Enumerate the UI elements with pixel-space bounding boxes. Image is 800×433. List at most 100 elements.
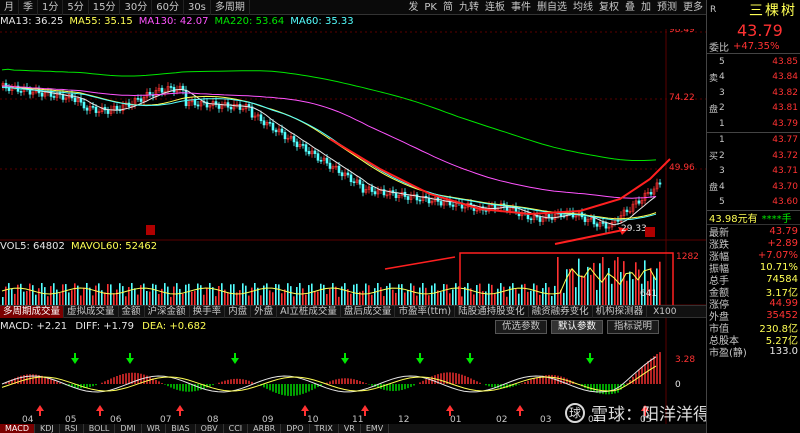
bottom-indicator-tab[interactable]: BIAS — [166, 424, 196, 433]
toolbar-tool[interactable]: 复权 — [596, 0, 622, 15]
dea-label: DEA: +0.682 — [142, 321, 207, 332]
bottom-indicator-tab[interactable]: DPO — [281, 424, 310, 433]
stat-value: 44.99 — [769, 298, 798, 310]
toolbar-tool[interactable]: 事件 — [508, 0, 534, 15]
candle-body — [601, 222, 605, 224]
volume-bar — [212, 287, 214, 305]
volume-bar — [425, 287, 427, 305]
indicator-tab[interactable]: 换手率 — [190, 305, 226, 318]
volume-bar — [284, 289, 286, 305]
volume-bar — [464, 286, 466, 305]
candle-body — [649, 192, 653, 195]
volume-bar — [506, 296, 508, 305]
toolbar-tool[interactable]: 发 — [405, 0, 421, 15]
bottom-indicator-tab[interactable]: WR — [142, 424, 167, 433]
volume-bar — [137, 294, 139, 305]
indicator-tab[interactable]: 沪深金额 — [145, 305, 190, 318]
ma130-line — [1, 85, 657, 199]
volume-bar — [578, 258, 580, 305]
bottom-indicator-tab[interactable]: EMV — [361, 424, 390, 433]
volume-bar — [548, 287, 550, 305]
bottom-indicator-tab[interactable]: BOLL — [84, 424, 116, 433]
period-tab[interactable]: 月 — [0, 0, 19, 15]
candle-body — [529, 218, 533, 221]
toolbar-tool[interactable]: 均线 — [570, 0, 596, 15]
snowball-logo-icon: 球 — [565, 402, 585, 423]
period-tab[interactable]: 多周期 — [211, 0, 250, 15]
sell-signal-icon — [416, 353, 424, 364]
indicator-help-button[interactable]: 指标说明 — [607, 320, 660, 334]
default-params-button[interactable]: 默认参数 — [551, 320, 604, 334]
period-tab[interactable]: 60分 — [152, 0, 184, 15]
toolbar-tool[interactable]: 加 — [638, 0, 654, 15]
indicator-tab[interactable]: 金额 — [119, 305, 145, 318]
toolbar-tool[interactable]: PK — [421, 0, 440, 15]
indicator-tab[interactable]: 内盘 — [225, 305, 252, 318]
bottom-indicator-tab[interactable]: RSI — [60, 424, 84, 433]
candle-body — [250, 106, 254, 118]
period-tab[interactable]: 1分 — [38, 0, 64, 15]
volume-bar — [335, 286, 337, 305]
optimal-params-button[interactable]: 优选参数 — [495, 320, 548, 334]
toolbar-tool[interactable]: 更多 — [680, 0, 706, 15]
volume-bar — [209, 283, 211, 305]
volume-bar — [539, 294, 541, 305]
candle-body — [592, 217, 596, 225]
volume-bar — [410, 283, 412, 305]
indicator-tab[interactable]: 外盘 — [251, 305, 278, 318]
volume-bar — [170, 296, 172, 305]
candle-body — [7, 87, 11, 91]
bottom-indicator-tab[interactable]: CCI — [224, 424, 249, 433]
indicator-tabbar: 多周期成交量 虚拟成交量 金额 沪深金额 换手率 内盘 外盘 AI立桩成交量 盘后成交量 市盈率(… — [0, 305, 706, 318]
bottom-indicator-tab[interactable]: OBV — [196, 424, 224, 433]
order-ratio-value: +47.35% — [733, 41, 780, 52]
toolbar-tool[interactable]: 预测 — [654, 0, 680, 15]
candle-body — [292, 136, 296, 143]
volume-bar — [80, 295, 82, 305]
volume-bar — [389, 283, 391, 305]
volume-bar — [95, 285, 97, 305]
indicator-tab[interactable]: 陆股通持股变化 — [455, 305, 529, 318]
indicator-tab[interactable]: 虚拟成交量 — [64, 305, 119, 318]
indicator-tab[interactable]: 盘后成交量 — [341, 305, 396, 318]
candle-body — [547, 214, 551, 218]
volume-bar — [593, 262, 595, 305]
kline-chart[interactable]: 98.4974.2249.9629.3312826413.28004 05 06 07… — [0, 29, 706, 433]
candle-body — [52, 96, 56, 98]
toolbar-tool[interactable]: 简 — [440, 0, 456, 15]
price-axis-label: 49.96 — [669, 163, 695, 173]
toolbar-tool[interactable]: 连板 — [482, 0, 508, 15]
bottom-indicator-tab[interactable]: ARBR — [248, 424, 282, 433]
period-tab[interactable]: 30s — [184, 0, 211, 15]
indicator-tab[interactable]: 多周期成交量 — [0, 305, 65, 318]
bottom-indicator-tab[interactable]: TRIX — [310, 424, 339, 433]
indicator-tab[interactable]: 市盈率(ttm) — [395, 305, 456, 318]
bottom-indicator-tab[interactable]: VR — [339, 424, 361, 433]
period-tab[interactable]: 5分 — [63, 0, 89, 15]
bottom-indicator-tab[interactable]: KDJ — [35, 424, 60, 433]
indicator-tab[interactable]: 融资融券变化 — [529, 305, 593, 318]
volume-bar — [20, 283, 22, 305]
period-tab[interactable]: 15分 — [89, 0, 121, 15]
volume-legend: VOL5: 64802 MAVOL60: 52462 — [0, 240, 157, 254]
bottom-indicator-tab[interactable]: DMI — [115, 424, 142, 433]
bottom-indicator-tab[interactable]: MACD — [0, 424, 35, 433]
watermark: 球 雪球：阳洋洋得意 — [565, 400, 727, 425]
book-price: 43.85 — [772, 56, 798, 67]
toolbar-tool[interactable]: 叠 — [622, 0, 638, 15]
volume-bar — [323, 284, 325, 305]
volume-bar — [68, 292, 70, 305]
volume-bar — [632, 279, 634, 305]
toolbar-tool[interactable]: 九转 — [456, 0, 482, 15]
volume-bar — [62, 284, 64, 305]
candle-body — [115, 105, 119, 110]
period-tab[interactable]: 季 — [19, 0, 38, 15]
stat-value: 133.0 — [769, 346, 798, 358]
indicator-tab[interactable]: 机构探测器 — [593, 305, 648, 318]
volume-bar — [203, 294, 205, 305]
volume-bar — [125, 296, 127, 305]
volume-bar — [353, 284, 355, 305]
toolbar-tool[interactable]: 删自选 — [534, 0, 570, 15]
period-tab[interactable]: 30分 — [120, 0, 153, 15]
indicator-tab[interactable]: AI立桩成交量 — [277, 305, 341, 318]
